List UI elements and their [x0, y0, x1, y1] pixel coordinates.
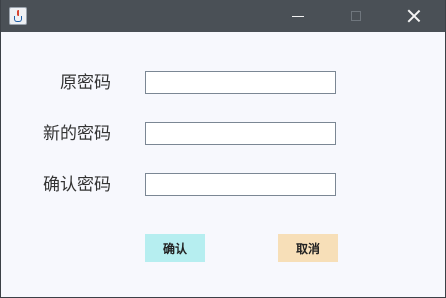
confirm-password-label: 确认密码 — [43, 175, 111, 195]
old-password-field[interactable] — [145, 71, 336, 94]
cancel-button[interactable]: 取消 — [278, 234, 338, 262]
confirm-password-field[interactable] — [145, 173, 336, 196]
close-button[interactable] — [393, 0, 435, 32]
old-password-label: 原密码 — [60, 73, 111, 93]
maximize-button[interactable] — [335, 0, 377, 32]
java-cup-icon[interactable] — [9, 7, 27, 25]
new-password-label: 新的密码 — [43, 124, 111, 144]
title-bar[interactable] — [1, 0, 445, 32]
minimize-icon — [292, 15, 304, 17]
confirm-button[interactable]: 确认 — [145, 234, 205, 262]
minimize-button[interactable] — [277, 0, 319, 32]
new-password-field[interactable] — [145, 122, 336, 145]
change-password-window: 原密码 新的密码 确认密码 确认 取消 — [0, 0, 446, 298]
close-icon — [407, 9, 421, 23]
maximize-icon — [351, 11, 361, 21]
